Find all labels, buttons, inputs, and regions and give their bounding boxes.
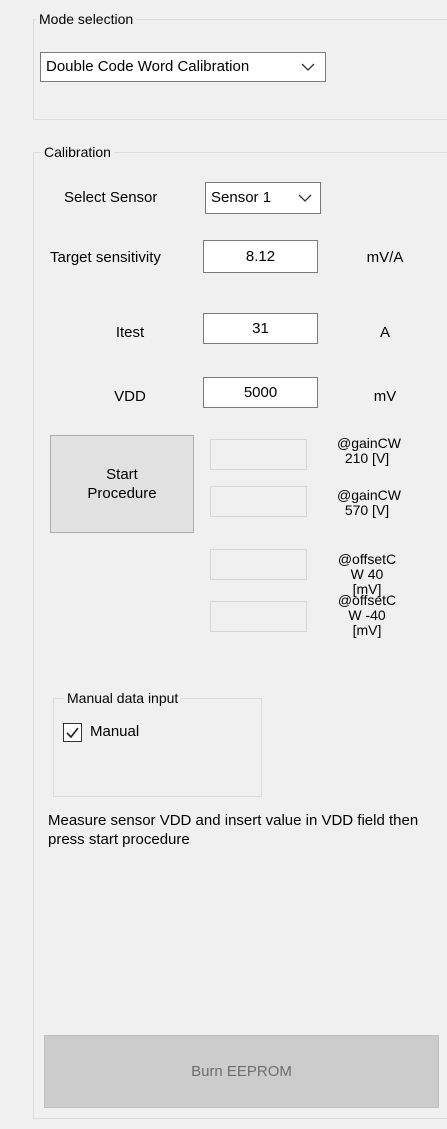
chevron-down-icon — [298, 194, 312, 202]
target-sensitivity-value: 8.12 — [245, 247, 276, 265]
offset-cw-40-label: @offsetC W 40 [mV] — [337, 551, 397, 597]
checkmark-icon — [66, 727, 79, 739]
vdd-label: VDD — [114, 388, 146, 405]
vdd-input[interactable]: 5000 — [203, 377, 318, 408]
gain-cw-210-output — [210, 439, 307, 470]
start-procedure-label: Start Procedure — [87, 466, 157, 502]
offset-cw-minus40-label: @offsetC W -40 [mV] — [337, 593, 397, 638]
gain-cw-570-label: @gainCW 570 [V] — [337, 487, 402, 518]
sensor-select-value: Sensor 1 — [211, 189, 272, 206]
gain-cw-570-output — [210, 486, 307, 517]
itest-label: Itest — [115, 324, 145, 341]
manual-data-input-group — [53, 698, 262, 797]
target-sensitivity-unit: mV/A — [366, 249, 404, 266]
itest-value: 31 — [252, 319, 269, 337]
mode-select[interactable]: Double Code Word Calibration — [40, 52, 326, 82]
instructions-text: Measure sensor VDD and insert value in V… — [48, 812, 419, 848]
calibration-title: Calibration — [41, 144, 114, 160]
burn-eeprom-button[interactable]: Burn EEPROM — [44, 1035, 439, 1108]
target-sensitivity-input[interactable]: 8.12 — [203, 240, 318, 273]
itest-input[interactable]: 31 — [203, 313, 318, 344]
burn-eeprom-label: Burn EEPROM — [191, 1063, 292, 1080]
manual-checkbox-label: Manual — [90, 723, 140, 740]
mode-select-value: Double Code Word Calibration — [46, 58, 250, 75]
mode-selection-title: Mode selection — [36, 11, 137, 27]
chevron-down-icon — [301, 63, 315, 71]
itest-unit: A — [379, 324, 390, 341]
offset-cw-40-output — [210, 549, 307, 580]
calibration-panel: Mode selection Double Code Word Calibrat… — [0, 0, 447, 1129]
select-sensor-label: Select Sensor — [64, 189, 158, 206]
start-procedure-button[interactable]: Start Procedure — [50, 435, 194, 533]
sensor-select[interactable]: Sensor 1 — [205, 182, 321, 214]
offset-cw-minus40-output — [210, 601, 307, 632]
gain-cw-210-label: @gainCW 210 [V] — [337, 435, 402, 466]
manual-checkbox[interactable] — [63, 723, 82, 742]
target-sensitivity-label: Target sensitivity — [50, 249, 161, 266]
vdd-value: 5000 — [243, 383, 278, 401]
vdd-unit: mV — [373, 388, 397, 405]
manual-data-input-title: Manual data input — [64, 690, 182, 706]
